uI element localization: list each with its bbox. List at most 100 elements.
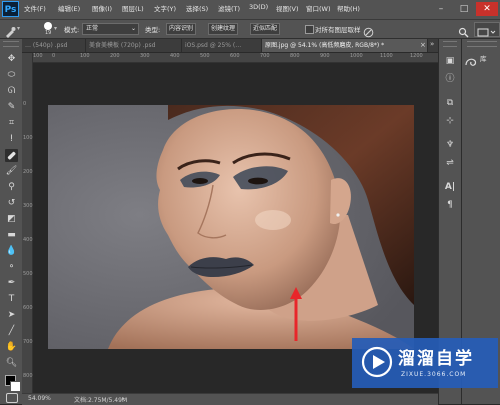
search-icon[interactable] — [458, 23, 469, 38]
hand-tool-icon[interactable]: ✋ — [5, 341, 18, 354]
ruler-tick-label: 200 — [23, 169, 33, 175]
ruler-tick-label: 0 — [23, 101, 27, 107]
gradient-tool-icon[interactable]: ▬ — [5, 229, 18, 242]
healing-brush-tool-icon[interactable] — [5, 149, 18, 162]
pen-tool-icon[interactable]: ✒ — [5, 277, 18, 290]
tab-document-1[interactable]: … (540p) .psd — [22, 39, 86, 52]
clone-source-icon[interactable]: ⧉ — [444, 97, 456, 109]
menu-window[interactable]: 窗口(W) — [306, 3, 331, 13]
history-brush-tool-icon[interactable]: ↺ — [5, 197, 18, 210]
type-label: 类型: — [145, 26, 161, 34]
tab-document-active[interactable]: 原图.jpg @ 54.1% (高低频磨皮, RGB/8*) * — [262, 39, 428, 52]
tools-panel: ✥ ⬭ ᘏ ✎ ⌗ ⵑ 🖌 ⚲ ↺ ◩ ▬ 💧 ⚬ ✒ T ➤ ╱ ✋ 🔍︎ ·… — [0, 39, 23, 404]
status-bar: 54.09% 文档:2.75M/5.49M ▸ — [22, 393, 438, 405]
portrait-photo[interactable] — [48, 105, 414, 349]
panel-grip[interactable] — [467, 41, 497, 47]
brush-presets-icon[interactable]: ♆ — [444, 139, 456, 151]
close-button[interactable]: ✕ — [476, 2, 498, 16]
eyedropper-tool-icon[interactable]: ⵑ — [5, 133, 18, 146]
create-texture-button[interactable]: 创建纹理 — [208, 23, 239, 35]
ruler-tick-label: 700 — [23, 339, 33, 345]
blur-tool-icon[interactable]: 💧 — [5, 245, 18, 258]
clone-stamp-tool-icon[interactable]: ⚲ — [5, 181, 18, 194]
brush-tool-icon[interactable]: 🖌 — [5, 165, 18, 178]
ruler-tick-label: 100 — [80, 53, 90, 59]
proximity-match-button[interactable]: 近似匹配 — [250, 23, 281, 35]
history-icon[interactable]: ▣ — [444, 55, 456, 67]
tool-preset-icon[interactable] — [4, 23, 16, 38]
ruler-tick-label: 800 — [290, 53, 300, 59]
shape-tool-icon[interactable]: ╱ — [5, 325, 18, 338]
menu-type[interactable]: 文字(Y) — [154, 3, 176, 13]
watermark: 溜溜自学 ZIXUE.3066.COM — [352, 338, 498, 388]
menu-select[interactable]: 选择(S) — [186, 3, 208, 13]
lasso-tool-icon[interactable]: ᘏ — [5, 85, 18, 98]
tab-overflow-icon[interactable]: » — [430, 40, 434, 48]
play-logo-icon — [361, 346, 393, 378]
menu-filter[interactable]: 滤镜(T) — [218, 3, 240, 13]
mode-select[interactable]: 正常 ⌄ — [82, 23, 139, 35]
menu-edit[interactable]: 编辑(E) — [58, 3, 80, 13]
tab-close-icon[interactable]: × — [420, 41, 426, 49]
options-bar: ▾ 19 ▾ 模式: 正常 ⌄ 类型: 内容识别 创建纹理 近似匹配 对所有图层… — [0, 20, 500, 39]
zoom-tool-icon[interactable]: 🔍︎ — [5, 357, 18, 370]
tab-document-3[interactable]: iOS.psd @ 25% (… — [182, 39, 262, 52]
ruler-tick-label: 900 — [320, 53, 330, 59]
marquee-tool-icon[interactable]: ⬭ — [5, 69, 18, 82]
zoom-level[interactable]: 54.09% — [28, 395, 51, 402]
pressure-icon[interactable] — [363, 23, 374, 38]
brush-preview-icon[interactable] — [44, 22, 52, 30]
quick-mask-icon[interactable] — [6, 393, 18, 403]
libraries-icon[interactable] — [465, 52, 477, 66]
menu-image[interactable]: 图像(I) — [92, 3, 112, 13]
paths-icon[interactable]: ⊹ — [444, 115, 456, 127]
brush-size-value: 19 — [45, 30, 52, 36]
path-select-tool-icon[interactable]: ➤ — [5, 309, 18, 322]
ruler-horizontal: 100 0 100 200 300 400 500 600 700 800 90… — [32, 53, 438, 63]
watermark-title: 溜溜自学 — [398, 349, 474, 369]
dodge-tool-icon[interactable]: ⚬ — [5, 261, 18, 274]
menu-view[interactable]: 视图(V) — [276, 3, 299, 13]
info-icon[interactable]: ⓘ — [444, 73, 456, 85]
workspace-switcher-button[interactable] — [474, 22, 500, 37]
maximize-button[interactable]: □ — [453, 2, 475, 16]
content-aware-button[interactable]: 内容识别 — [166, 23, 197, 35]
ruler-vertical: 0 100 200 300 400 500 600 700 800 — [22, 53, 33, 393]
brush-dropdown-icon[interactable]: ▾ — [54, 25, 57, 32]
ruler-tick-label: 700 — [260, 53, 270, 59]
ruler-tick-label: 100 — [33, 53, 43, 59]
tab-document-2[interactable]: 美食美模板 (720p) .psd — [86, 39, 182, 52]
mode-label: 模式: — [64, 26, 80, 34]
menu-file[interactable]: 文件(F) — [24, 3, 46, 13]
crop-tool-icon[interactable]: ⌗ — [5, 117, 18, 130]
ruler-tick-label: 1200 — [410, 53, 423, 59]
type-tool-icon[interactable]: T — [5, 293, 18, 306]
ruler-tick-label: 1100 — [380, 53, 393, 59]
mode-select-value: 正常 — [86, 25, 99, 32]
background-color-swatch[interactable] — [10, 381, 21, 392]
ruler-tick-label: 400 — [170, 53, 180, 59]
panel-grip[interactable] — [3, 41, 19, 47]
ruler-tick-label: 500 — [23, 271, 33, 277]
sample-all-layers-label: 对所有图层取样 — [315, 26, 361, 34]
quick-select-tool-icon[interactable]: ✎ — [5, 101, 18, 114]
menu-3d[interactable]: 3D(D) — [249, 3, 268, 11]
dropdown-icon[interactable]: ▾ — [17, 25, 20, 32]
panel-grip[interactable] — [443, 41, 457, 47]
ruler-tick-label: 500 — [200, 53, 210, 59]
ruler-tick-label: 1000 — [350, 53, 363, 59]
document-tabs: … (540p) .psd 美食美模板 (720p) .psd iOS.psd … — [22, 39, 438, 53]
minimize-button[interactable]: – — [430, 2, 452, 16]
document-size: 文档:2.75M/5.49M — [74, 397, 128, 404]
menu-help[interactable]: 帮助(H) — [337, 3, 360, 13]
move-tool-icon[interactable]: ✥ — [5, 53, 18, 66]
adjust-icon[interactable]: ⇌ — [444, 157, 456, 169]
status-menu-arrow-icon[interactable]: ▸ — [122, 395, 125, 402]
character-icon[interactable]: A| — [444, 181, 456, 193]
sample-all-layers-checkbox[interactable] — [305, 25, 314, 34]
ruler-tick-label: 300 — [140, 53, 150, 59]
menu-layer[interactable]: 图层(L) — [122, 3, 144, 13]
paragraph-icon[interactable]: ¶ — [444, 199, 456, 211]
eraser-tool-icon[interactable]: ◩ — [5, 213, 18, 226]
ruler-tick-label: 200 — [110, 53, 120, 59]
